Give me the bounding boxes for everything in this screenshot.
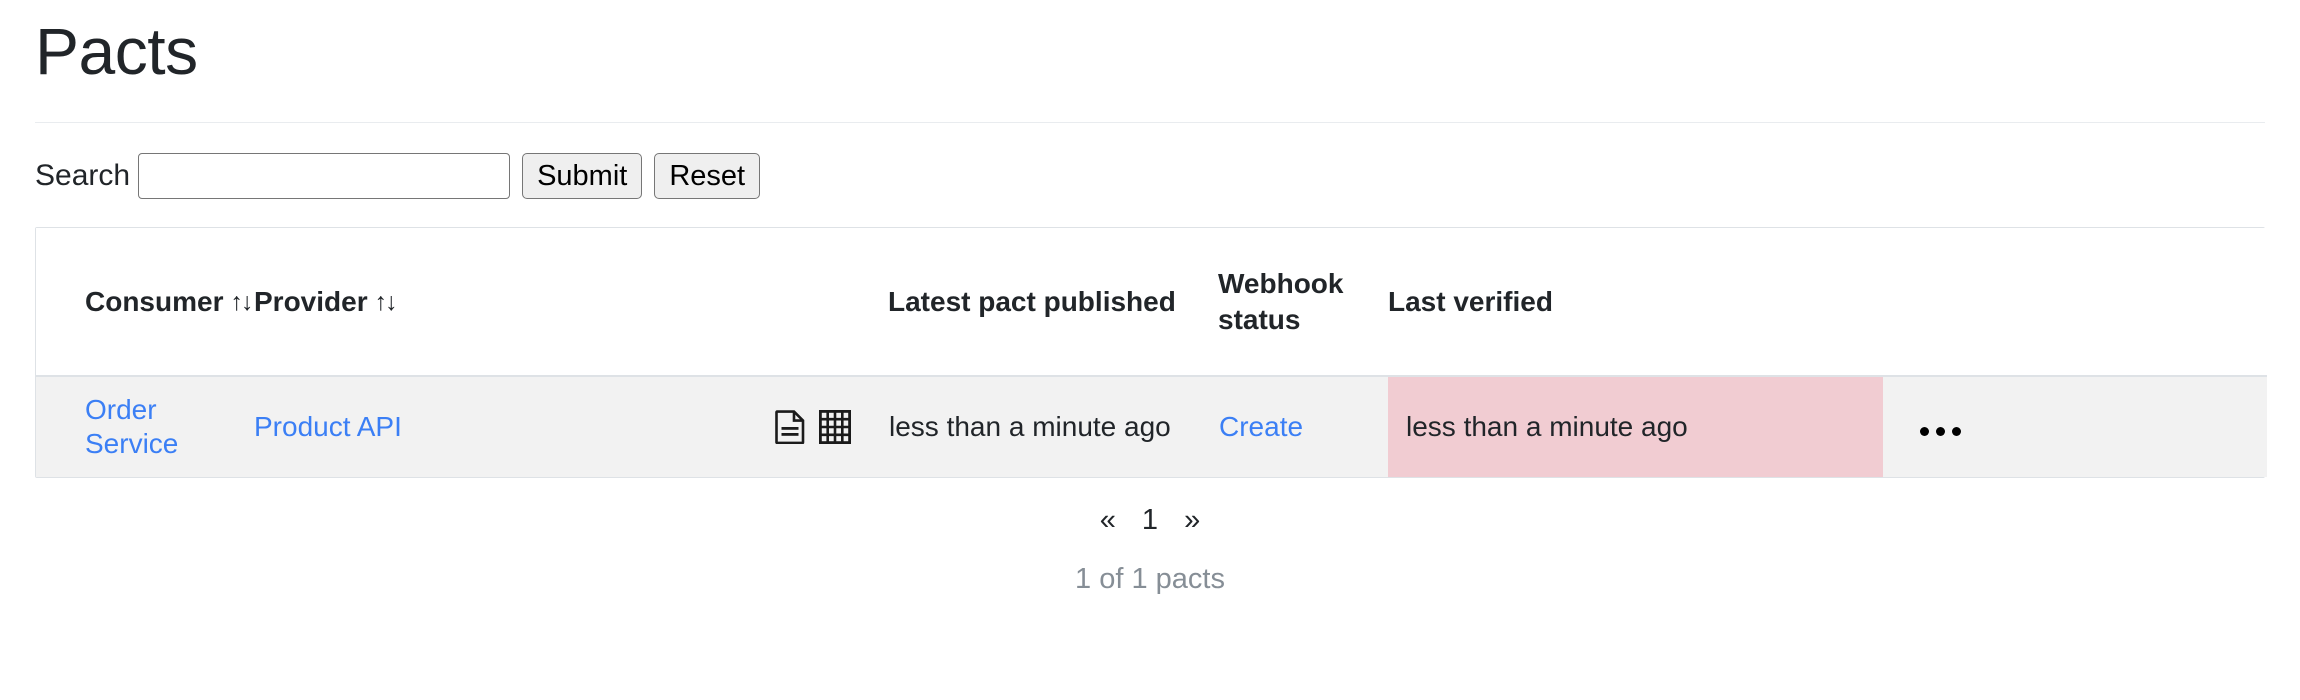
consumer-link[interactable]: Order Service (85, 394, 178, 459)
reset-button[interactable]: Reset (654, 153, 761, 199)
column-header-provider[interactable]: Provider ↑↓ (254, 228, 591, 377)
create-webhook-link[interactable]: Create (1219, 411, 1303, 442)
pagination-current-page[interactable]: 1 (1142, 504, 1158, 537)
column-header-provider-label: Provider (254, 285, 368, 317)
search-label: Search (35, 159, 131, 192)
result-count: 1 of 1 pacts (1075, 563, 1225, 595)
search-bar: Search Submit Reset (35, 153, 2265, 199)
pact-document-icon[interactable] (775, 410, 805, 444)
cell-consumer: Order Service (36, 376, 254, 477)
last-verified-status-badge: less than a minute ago (1388, 377, 1883, 477)
pagination-last-page-button[interactable]: » (1184, 504, 1200, 537)
pacts-table-container: Consumer ↑↓ Provider ↑↓ Latest pact publis… (35, 227, 2267, 478)
sort-toggle-icon[interactable]: ↑↓ (375, 286, 398, 318)
pacts-table: Consumer ↑↓ Provider ↑↓ Latest pact publis… (36, 228, 2267, 477)
cell-last-verified: less than a minute ago (1388, 376, 1918, 477)
ellipsis-dot (1920, 427, 1929, 437)
table-header: Consumer ↑↓ Provider ↑↓ Latest pact publis… (36, 228, 2267, 377)
table-row: Order Service Product API less than a mi… (36, 376, 2267, 477)
column-header-last-verified: Last verified (1388, 228, 1918, 377)
cell-provider: Product API (254, 376, 591, 477)
column-header-latest-pact-published: Latest pact published (888, 228, 1218, 377)
search-input[interactable] (138, 153, 511, 199)
page-title: Pacts (35, 14, 198, 88)
ellipsis-dot (1936, 427, 1945, 437)
table-body: Order Service Product API less than a mi… (36, 376, 2267, 477)
table-header-row: Consumer ↑↓ Provider ↑↓ Latest pact publis… (36, 228, 2267, 377)
column-header-artifacts (591, 228, 888, 377)
last-verified-value: less than a minute ago (1406, 411, 1688, 443)
column-header-webhook-status: Webhook status (1218, 228, 1388, 377)
sort-toggle-icon[interactable]: ↑↓ (230, 286, 253, 318)
pacts-page: Pacts Search Submit Reset Consumer ↑↓ Pro… (0, 0, 2300, 700)
cell-webhook-status: Create (1218, 376, 1388, 477)
pagination-first-page-button[interactable]: « (1100, 504, 1116, 537)
column-header-consumer[interactable]: Consumer ↑↓ (36, 228, 254, 377)
cell-actions (1918, 376, 2267, 477)
ellipsis-dot (1952, 427, 1961, 437)
column-header-consumer-label: Consumer (85, 285, 224, 317)
title-divider (35, 122, 2265, 123)
matrix-grid-icon[interactable] (819, 410, 851, 444)
cell-latest-pact-published: less than a minute ago (888, 376, 1218, 477)
provider-link[interactable]: Product API (254, 411, 402, 442)
column-header-actions (1918, 228, 2267, 377)
pagination: « 1 » (35, 504, 2265, 537)
row-actions-menu-icon[interactable] (1918, 421, 1963, 442)
cell-artifacts (591, 376, 888, 477)
submit-button[interactable]: Submit (522, 153, 643, 199)
